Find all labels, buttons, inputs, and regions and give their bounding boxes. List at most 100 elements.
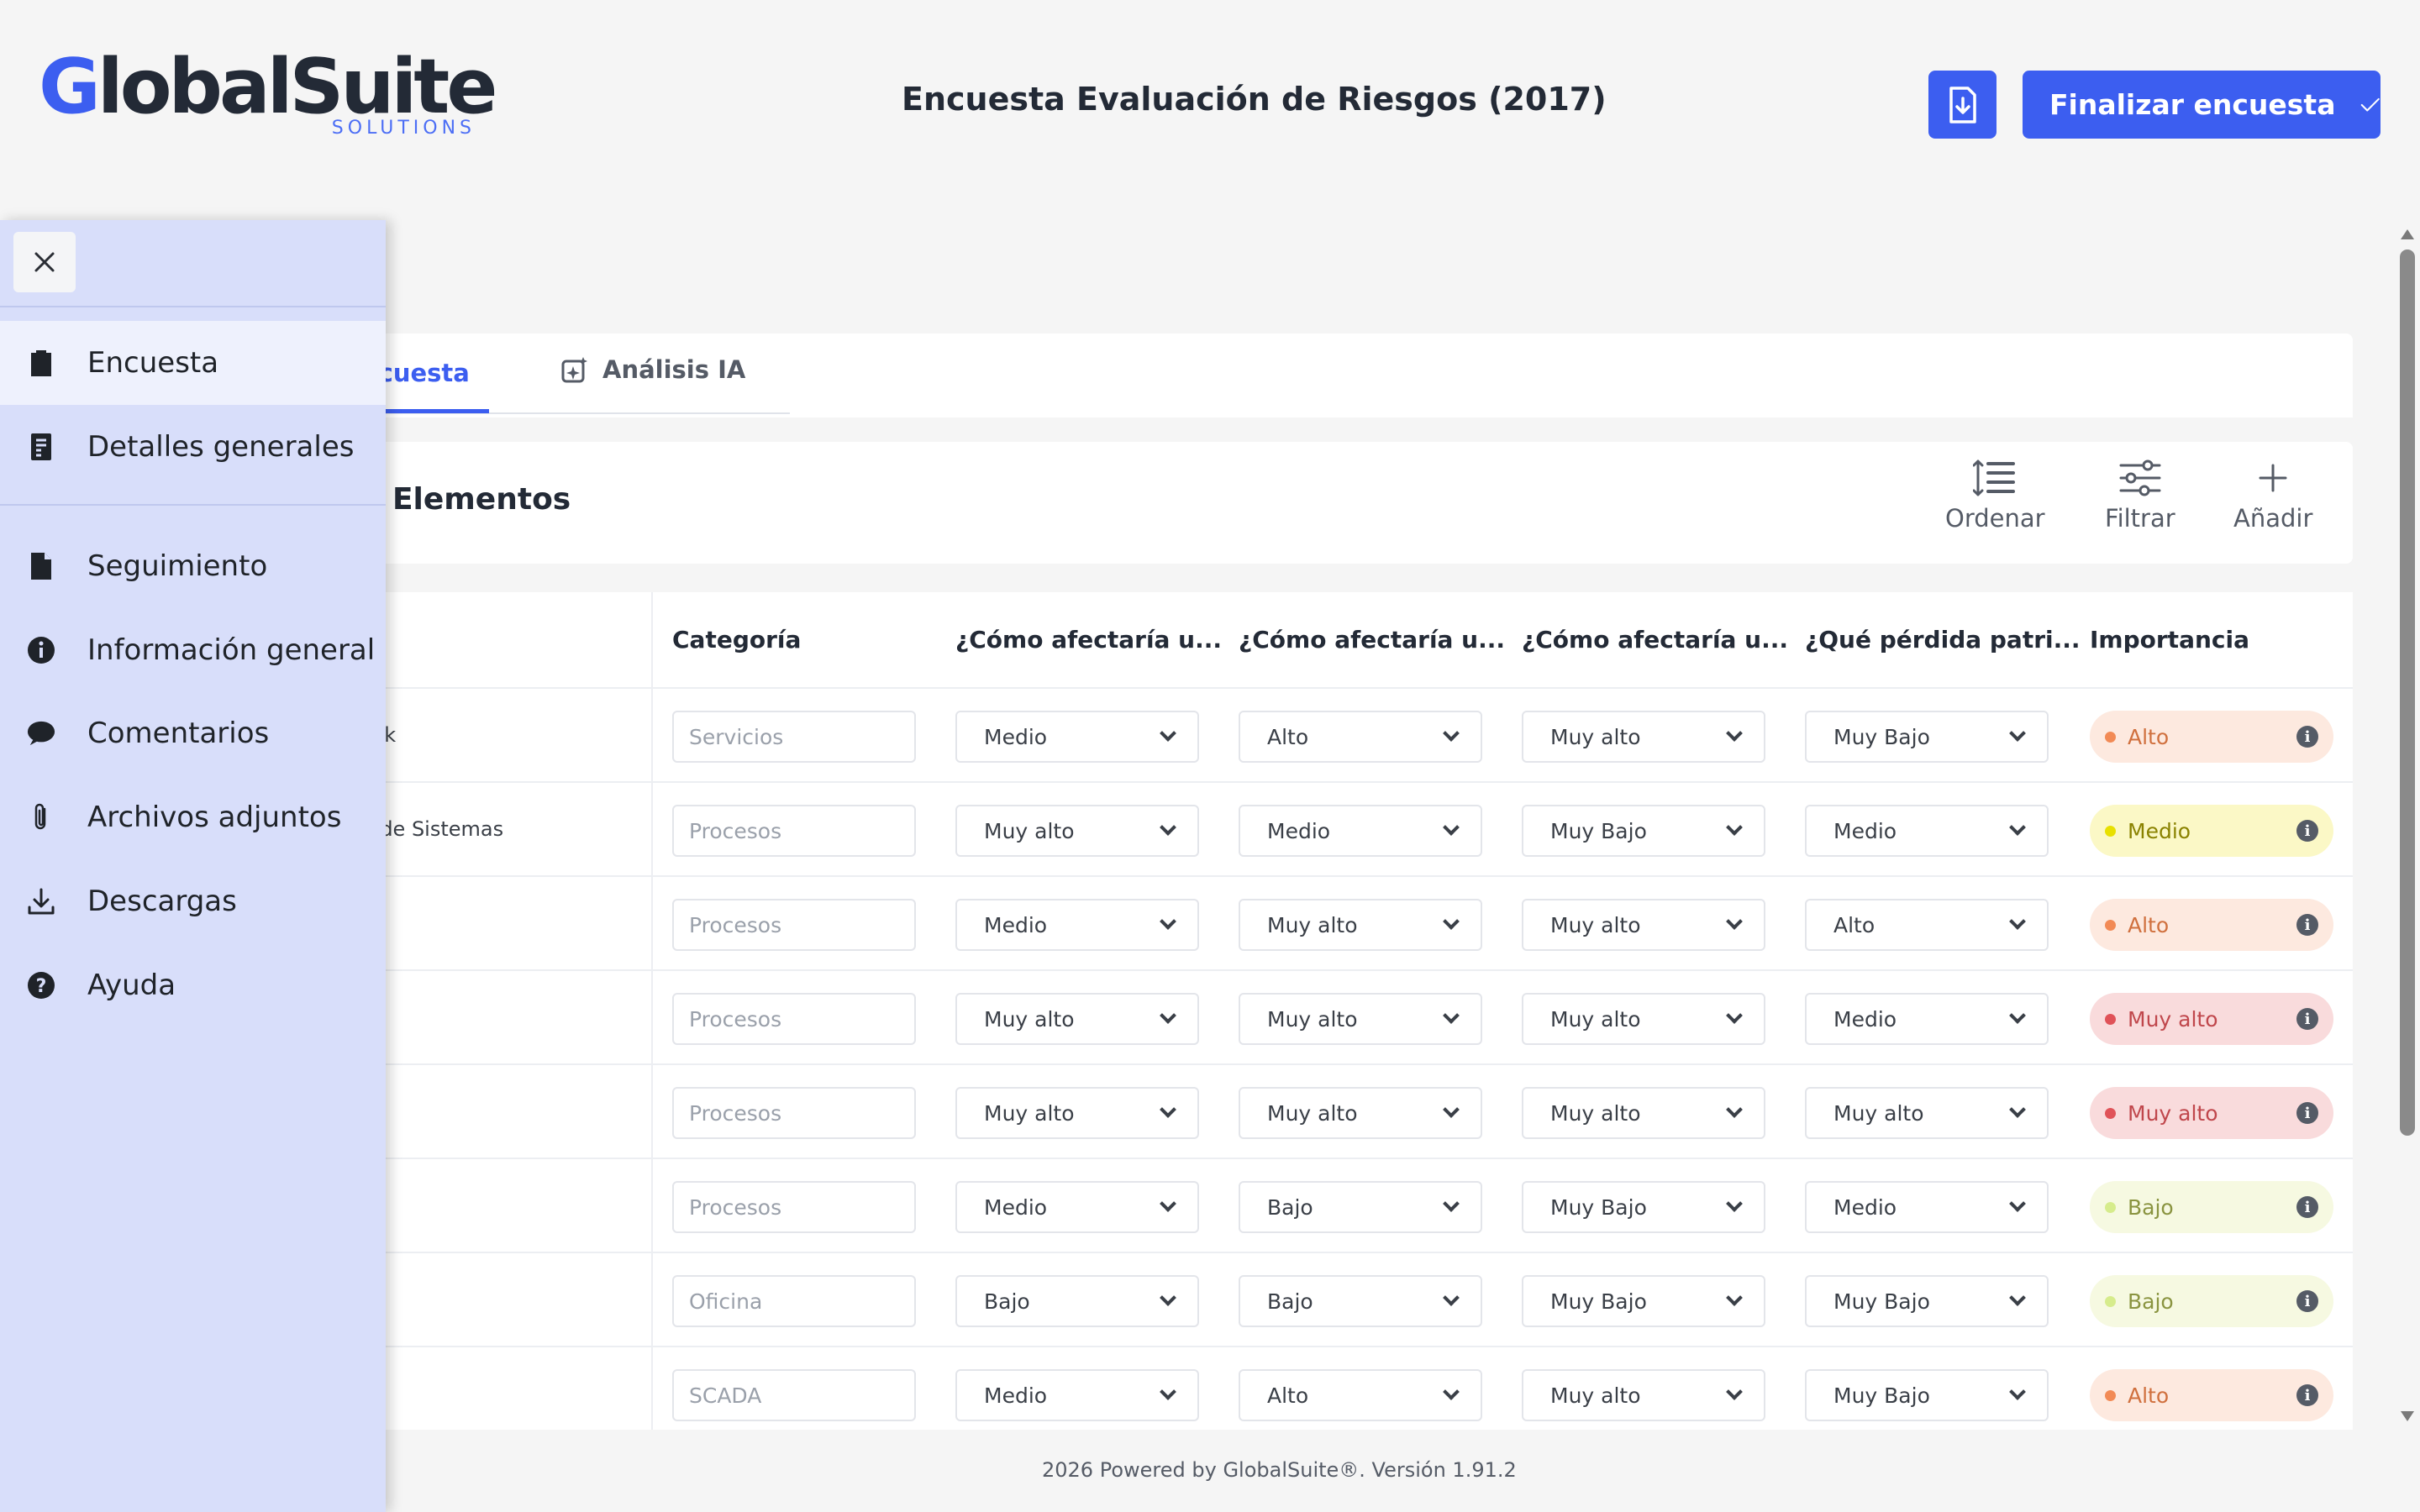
importance-badge: Medio i [2090,805,2333,857]
question-4-select[interactable]: Muy Bajo [1805,1369,2049,1421]
scroll-thumb[interactable] [2400,249,2415,1136]
table-row[interactable]: Oficina Bajo Bajo Muy Bajo Muy Bajo Bajo i [361,1252,2353,1346]
importance-label: Bajo [2128,1289,2174,1314]
question-3-select[interactable]: Muy alto [1522,1087,1765,1139]
sidebar-item-comentarios[interactable]: Comentarios [0,691,386,775]
scroll-down-arrow[interactable] [2401,1411,2414,1421]
question-1-select[interactable]: Muy alto [955,993,1199,1045]
select-value: Alto [1833,912,1876,937]
importance-label: Alto [2128,724,2170,749]
sidebar-item-encuesta[interactable]: Encuesta [0,321,386,405]
select-value: Muy Bajo [1833,724,1930,749]
question-1-select[interactable]: Medio [955,1181,1199,1233]
sidebar-item-ayuda[interactable]: ? Ayuda [0,943,386,1027]
question-1-select[interactable]: Muy alto [955,1087,1199,1139]
info-icon[interactable]: i [2296,820,2318,842]
table-row[interactable]: Procesos Medio Bajo Muy Bajo Medio Bajo i [361,1158,2353,1252]
tab-analisis-ia[interactable]: Análisis IA [560,355,745,384]
importance-badge: Bajo i [2090,1181,2333,1233]
question-4-select[interactable]: Muy alto [1805,1087,2049,1139]
sidebar-item-label: Descargas [87,885,237,918]
question-1-select[interactable]: Bajo [955,1275,1199,1327]
page-scrollbar[interactable] [2396,223,2420,1428]
question-3-select[interactable]: Muy alto [1522,1369,1765,1421]
question-1-select[interactable]: Muy alto [955,805,1199,857]
chevron-down-icon [1726,1007,1743,1024]
question-1-select[interactable]: Medio [955,899,1199,951]
question-3-select[interactable]: Muy alto [1522,993,1765,1045]
question-4-select[interactable]: Muy Bajo [1805,1275,2049,1327]
info-icon[interactable]: i [2296,914,2318,936]
question-2-select[interactable]: Alto [1239,711,1482,763]
info-icon[interactable]: i [2296,1008,2318,1030]
table-row[interactable]: eskServiciosMedioAltoMuy altoMuy BajoAlt… [361,687,2353,781]
paperclip-icon [27,803,55,832]
sidebar-item-informacion-general[interactable]: Información general [0,608,386,692]
info-icon[interactable]: i [2296,1102,2318,1124]
question-1-select[interactable]: Medio [955,1369,1199,1421]
globalsuite-logo[interactable]: GlobalSuite SOLUTIONS [39,45,497,146]
category-field[interactable]: Procesos [672,805,916,857]
importance-dot [2105,1013,2116,1025]
add-button[interactable]: Añadir [2233,459,2312,533]
category-field[interactable]: Procesos [672,993,916,1045]
table-row[interactable]: SCADA Medio Alto Muy alto Muy Bajo Alto i [361,1346,2353,1430]
finish-survey-button[interactable]: Finalizar encuesta [2023,71,2381,139]
info-icon[interactable]: i [2296,1384,2318,1406]
close-icon [34,252,55,272]
question-2-select[interactable]: Muy alto [1239,1087,1482,1139]
table-row[interactable]: Procesos Medio Muy alto Muy alto Alto Alto i [361,875,2353,969]
question-2-select[interactable]: Bajo [1239,1275,1482,1327]
info-icon[interactable]: i [2296,726,2318,748]
download-button[interactable] [1928,71,1996,139]
add-label: Añadir [2233,504,2313,533]
category-field[interactable]: SCADA [672,1369,916,1421]
question-4-select[interactable]: Medio [1805,1181,2049,1233]
sort-button[interactable]: Ordenar [1945,459,2045,533]
sidebar-item-detalles-generales[interactable]: Detalles generales [0,405,386,489]
question-3-select[interactable]: Muy alto [1522,711,1765,763]
header-categoria[interactable]: Categoría [672,592,801,687]
question-4-select[interactable]: Medio [1805,805,2049,857]
category-field[interactable]: Procesos [672,1087,916,1139]
scroll-up-arrow[interactable] [2401,229,2414,239]
select-value: Muy alto [1833,1100,1924,1126]
sidebar-item-archivos-adjuntos[interactable]: Archivos adjuntos [0,775,386,859]
category-field[interactable]: Servicios [672,711,916,763]
question-2-select[interactable]: Bajo [1239,1181,1482,1233]
header-importancia[interactable]: Importancia [2090,592,2249,687]
importance-dot [2105,1201,2116,1213]
question-2-select[interactable]: Alto [1239,1369,1482,1421]
table-row[interactable]: o de Sistemas Procesos Muy alto Medio Muy Ba… [361,781,2353,875]
info-icon[interactable]: i [2296,1290,2318,1312]
header-question-4[interactable]: ¿Qué pérdida patri... [1805,592,2081,687]
question-2-select[interactable]: Medio [1239,805,1482,857]
category-field[interactable]: Procesos [672,899,916,951]
question-2-select[interactable]: Muy alto [1239,899,1482,951]
chevron-down-icon [1160,725,1176,742]
question-3-select[interactable]: Muy Bajo [1522,1181,1765,1233]
header-question-2[interactable]: ¿Cómo afectaría u... [1239,592,1505,687]
close-sidebar-button[interactable] [13,232,76,292]
table-row[interactable]: Procesos Muy alto Muy alto Muy alto Medio Muy… [361,969,2353,1063]
header-question-1[interactable]: ¿Cómo afectaría u... [955,592,1222,687]
question-2-select[interactable]: Muy alto [1239,993,1482,1045]
section-title: e Elementos [361,482,571,517]
question-3-select[interactable]: Muy Bajo [1522,805,1765,857]
table-row[interactable]: Procesos Muy alto Muy alto Muy alto Muy alto… [361,1063,2353,1158]
category-field[interactable]: Procesos [672,1181,916,1233]
sidebar-item-seguimiento[interactable]: Seguimiento [0,524,386,608]
category-field[interactable]: Oficina [672,1275,916,1327]
question-1-select[interactable]: Medio [955,711,1199,763]
question-3-select[interactable]: Muy alto [1522,899,1765,951]
info-icon[interactable]: i [2296,1196,2318,1218]
question-4-select[interactable]: Muy Bajo [1805,711,2049,763]
filter-button[interactable]: Filtrar [2105,459,2175,533]
question-3-select[interactable]: Muy Bajo [1522,1275,1765,1327]
question-4-select[interactable]: Medio [1805,993,2049,1045]
chevron-down-icon [1443,1289,1460,1306]
header-question-3[interactable]: ¿Cómo afectaría u... [1522,592,1788,687]
check-icon [2361,97,2381,111]
question-4-select[interactable]: Alto [1805,899,2049,951]
sidebar-item-descargas[interactable]: Descargas [0,859,386,943]
